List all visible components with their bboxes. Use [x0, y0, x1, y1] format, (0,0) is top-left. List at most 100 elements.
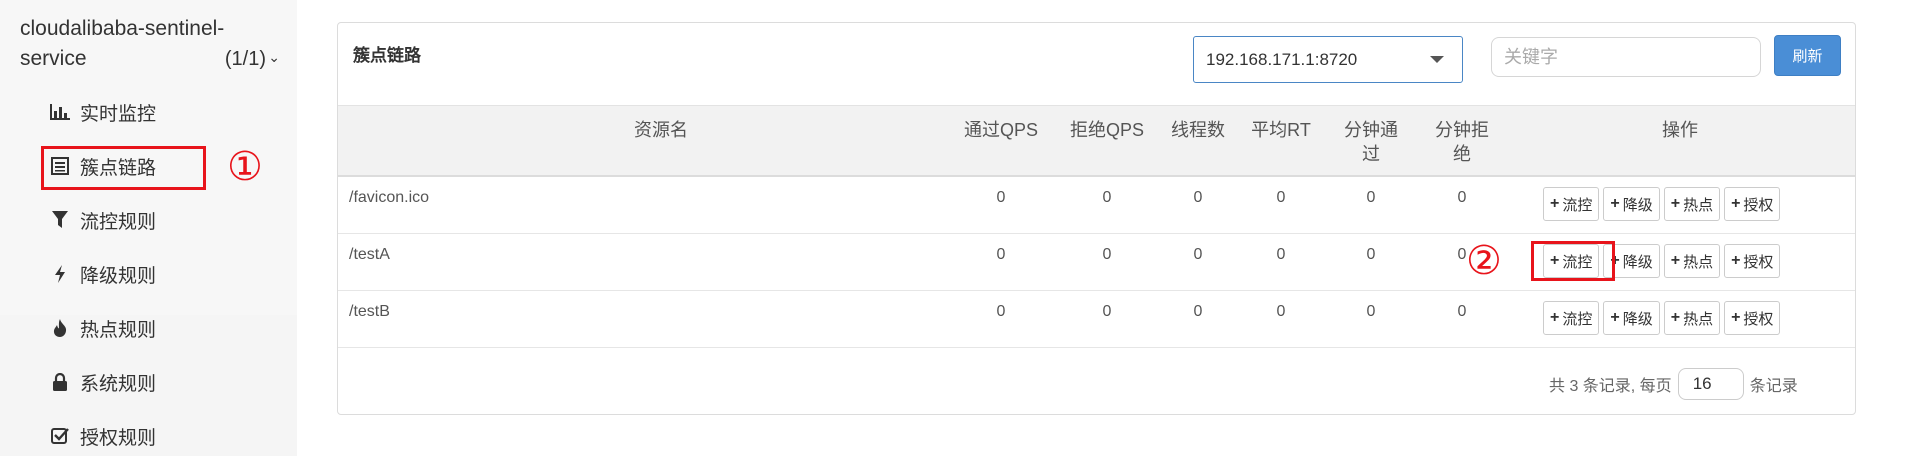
header-minute-pass: 分钟通 过	[1326, 118, 1416, 166]
button-label: 授权	[1743, 310, 1774, 328]
threads-value: 0	[1193, 189, 1203, 206]
sidebar-item-auth-rules[interactable]: 授权规则	[48, 421, 156, 451]
sidebar-item-hot-rules[interactable]: 热点规则	[48, 313, 156, 343]
plus-icon: +	[1550, 309, 1560, 326]
fire-icon	[48, 319, 72, 337]
annotation-box-2	[1531, 241, 1615, 281]
button-label: 降级	[1622, 310, 1653, 328]
header-block-qps: 拒绝QPS	[1069, 120, 1144, 140]
minute-pass-value: 0	[1366, 246, 1376, 263]
degrade-button[interactable]: + 降级	[1603, 187, 1660, 221]
lock-icon	[48, 373, 72, 391]
sidebar-item-label: 授权规则	[80, 427, 157, 449]
header-actions: 操作	[1662, 120, 1698, 140]
resource-name[interactable]: /testA	[349, 246, 390, 264]
pagination: 共 3 条记录, 每页 16 条记录	[1549, 368, 1798, 400]
header-minute-pass-line1: 分钟通	[1344, 120, 1398, 140]
pager-suffix: 条记录	[1749, 378, 1798, 395]
button-label: 授权	[1743, 196, 1774, 214]
flow-control-button[interactable]: + 流控	[1543, 301, 1600, 335]
machine-select[interactable]: 192.168.171.1:8720	[1193, 36, 1463, 83]
plus-icon: +	[1731, 309, 1741, 326]
minute-block-value: 0	[1457, 189, 1467, 206]
plus-icon: +	[1610, 309, 1620, 326]
plus-icon: +	[1670, 195, 1681, 212]
header-minute-block-line2: 绝	[1453, 144, 1471, 164]
plus-icon: +	[1670, 309, 1681, 326]
pass-qps-value: 0	[996, 189, 1006, 206]
avg-rt-value: 0	[1276, 246, 1286, 263]
row-actions: + 流控 + 降级 + 热点 + 授权	[1543, 187, 1781, 221]
button-label: 热点	[1683, 310, 1714, 328]
minute-block-value: 0	[1457, 303, 1467, 320]
table-row: /testA 0 0 0 0 0 0 + 流控 + 降级 + 热点 + 授权	[338, 234, 1855, 291]
header-threads: 线程数	[1171, 120, 1225, 140]
plus-icon: +	[1731, 252, 1741, 269]
cluster-link-panel: 簇点链路 192.168.171.1:8720 刷新 资源名 通过QPS 拒绝Q…	[337, 22, 1856, 415]
hot-param-button[interactable]: + 热点	[1663, 187, 1721, 221]
button-label: 热点	[1683, 196, 1714, 214]
block-qps-value: 0	[1102, 189, 1112, 206]
threads-value: 0	[1193, 246, 1203, 263]
authority-button[interactable]: + 授权	[1724, 244, 1781, 278]
sidebar-item-realtime-monitor[interactable]: 实时监控	[48, 97, 156, 127]
table-row: /testB 0 0 0 0 0 0 + 流控 + 降级 + 热点 + 授权	[338, 291, 1855, 348]
sidebar-item-flow-rules[interactable]: 流控规则	[48, 205, 156, 235]
filter-icon	[48, 211, 72, 229]
pass-qps-value: 0	[996, 246, 1006, 263]
pager-summary: 共 3 条记录, 每页	[1549, 378, 1672, 395]
plus-icon: +	[1670, 252, 1681, 269]
app-selector[interactable]: cloudalibaba-sentinel-service (1/1) ⌄	[20, 14, 280, 74]
authority-button[interactable]: + 授权	[1724, 187, 1781, 221]
sidebar-item-degrade-rules[interactable]: 降级规则	[48, 259, 156, 289]
header-minute-block: 分钟拒 绝	[1417, 118, 1507, 166]
table-header: 资源名 通过QPS 拒绝QPS 线程数 平均RT 分钟通 过 分钟拒 绝 操作	[338, 105, 1855, 177]
machine-select-value: 192.168.171.1:8720	[1206, 49, 1358, 69]
block-qps-value: 0	[1102, 303, 1112, 320]
sidebar-item-label: 降级规则	[80, 265, 157, 287]
table-row: /favicon.ico 0 0 0 0 0 0 + 流控 + 降级 + 热点 + 授权	[338, 177, 1855, 234]
button-label: 热点	[1683, 253, 1714, 271]
header-resource: 资源名	[634, 120, 688, 140]
keyword-search-input[interactable]	[1491, 37, 1761, 77]
pass-qps-value: 0	[996, 303, 1006, 320]
plus-icon: +	[1731, 195, 1741, 212]
plus-icon: +	[1550, 195, 1560, 212]
header-pass-qps: 通过QPS	[963, 120, 1038, 140]
minute-pass-value: 0	[1366, 189, 1376, 206]
sidebar-item-label: 实时监控	[80, 103, 157, 125]
degrade-button[interactable]: + 降级	[1603, 301, 1660, 335]
button-label: 降级	[1622, 253, 1653, 271]
refresh-button[interactable]: 刷新	[1774, 35, 1841, 76]
chevron-down-icon: ⌄	[268, 49, 280, 65]
resource-name[interactable]: /testB	[349, 303, 390, 321]
avg-rt-value: 0	[1276, 303, 1286, 320]
caret-down-icon	[1430, 56, 1444, 63]
button-label: 授权	[1743, 253, 1774, 271]
button-label: 降级	[1622, 196, 1653, 214]
button-label: 流控	[1562, 310, 1593, 328]
annotation-number-1: ①	[227, 144, 263, 190]
plus-icon: +	[1610, 195, 1620, 212]
flow-control-button[interactable]: + 流控	[1543, 187, 1600, 221]
avg-rt-value: 0	[1276, 189, 1286, 206]
page-size-input[interactable]: 16	[1677, 368, 1744, 400]
hot-param-button[interactable]: + 热点	[1663, 301, 1721, 335]
threads-value: 0	[1193, 303, 1203, 320]
lightning-icon	[48, 265, 72, 283]
check-square-icon	[48, 427, 72, 445]
authority-button[interactable]: + 授权	[1724, 301, 1781, 335]
annotation-box-1	[41, 146, 206, 190]
row-actions: + 流控 + 降级 + 热点 + 授权	[1543, 301, 1781, 335]
panel-title: 簇点链路	[353, 46, 421, 65]
annotation-number-2: ②	[1466, 238, 1502, 284]
sidebar-item-system-rules[interactable]: 系统规则	[48, 367, 156, 397]
header-minute-block-line1: 分钟拒	[1435, 120, 1489, 140]
sidebar-item-label: 系统规则	[80, 373, 157, 395]
sidebar-item-label: 热点规则	[80, 319, 157, 341]
app-count: (1/1)	[224, 48, 266, 70]
hot-param-button[interactable]: + 热点	[1663, 244, 1721, 278]
resource-name[interactable]: /favicon.ico	[349, 189, 429, 207]
sidebar-item-label: 流控规则	[80, 211, 157, 233]
block-qps-value: 0	[1102, 246, 1112, 263]
